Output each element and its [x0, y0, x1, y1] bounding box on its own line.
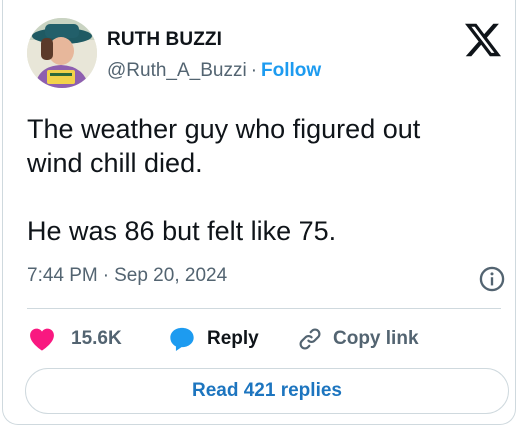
- timestamp-separator: ·: [102, 265, 110, 286]
- like-count: 15.6K: [71, 328, 122, 349]
- tweet-embed-card: RUTH BUZZI @Ruth_A_Buzzi · Follow The weat…: [2, 0, 516, 425]
- avatar-image: [27, 18, 97, 88]
- tweet-timestamp[interactable]: 7:44 PM · Sep 20, 2024: [27, 265, 227, 287]
- read-replies-label: Read 421 replies: [192, 380, 342, 401]
- like-button[interactable]: 15.6K: [29, 324, 122, 354]
- reply-label: Reply: [207, 328, 259, 349]
- follow-link[interactable]: Follow: [261, 60, 321, 81]
- tweet-date: Sep 20, 2024: [114, 265, 228, 286]
- author-handle[interactable]: @Ruth_A_Buzzi: [107, 60, 247, 81]
- copy-link-label: Copy link: [333, 328, 419, 349]
- info-icon[interactable]: [478, 265, 506, 293]
- author-handle-row: @Ruth_A_Buzzi · Follow: [107, 60, 321, 82]
- tweet-punchline: He was 86 but felt like 75.: [27, 216, 337, 246]
- avatar[interactable]: [27, 18, 97, 88]
- tweet-line: wind chill died.: [27, 148, 203, 178]
- copy-link-button[interactable]: Copy link: [297, 324, 419, 354]
- x-logo-icon[interactable]: [465, 22, 501, 58]
- handle-separator: ·: [250, 60, 258, 81]
- speech-bubble-icon: [170, 327, 194, 352]
- author-name[interactable]: RUTH BUZZI: [107, 29, 222, 51]
- link-icon: [299, 328, 321, 350]
- tweet-line: The weather guy who figured out: [27, 114, 421, 144]
- tweet-time: 7:44 PM: [27, 265, 98, 286]
- read-replies-button[interactable]: Read 421 replies: [25, 368, 509, 414]
- tweet-text: The weather guy who figured out wind chi…: [27, 112, 497, 248]
- heart-icon: [30, 328, 54, 351]
- divider: [27, 308, 501, 309]
- reply-button[interactable]: Reply: [167, 324, 259, 354]
